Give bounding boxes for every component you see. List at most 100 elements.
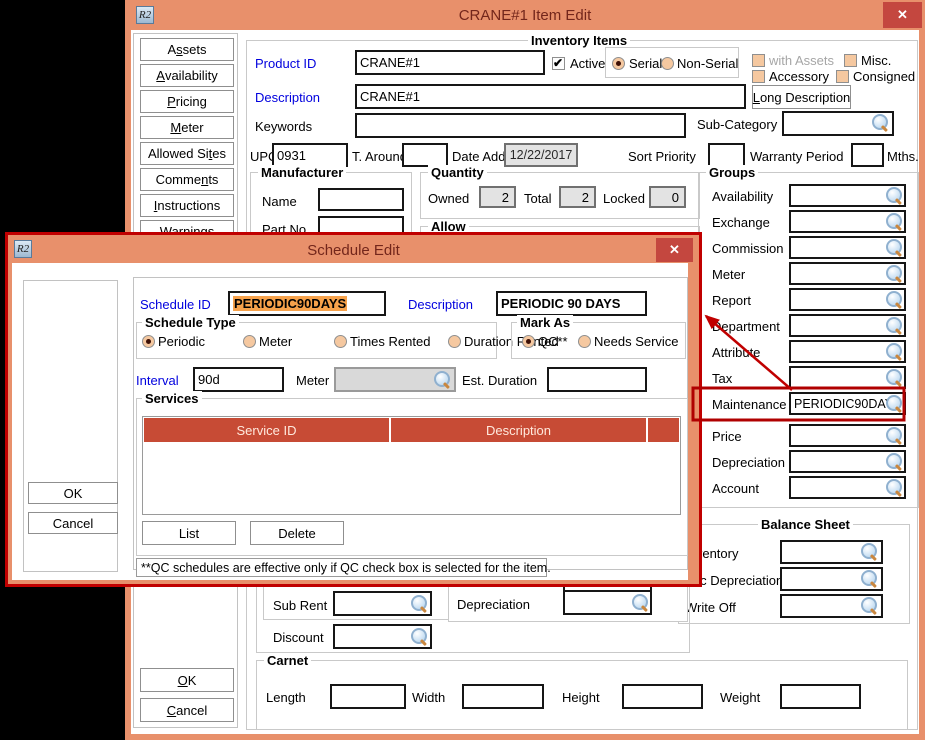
schedule-edit-close-button[interactable]: ✕ <box>656 238 693 262</box>
carnet-width-input[interactable] <box>462 684 544 709</box>
services-column-description[interactable]: Description <box>391 418 646 442</box>
group-attribute-lookup-icon[interactable] <box>886 343 903 360</box>
accessory-label: Accessory <box>769 69 829 84</box>
upc-input[interactable]: 0931 <box>272 143 348 167</box>
mths-label: Mths. <box>887 149 919 164</box>
discount-label: Discount <box>273 630 324 645</box>
misc-checkbox[interactable] <box>844 54 857 67</box>
periodic-radio[interactable] <box>142 335 155 348</box>
sidebar-button-meter[interactable]: Meter <box>140 116 234 139</box>
group-depreciation-lookup-icon[interactable] <box>886 453 903 470</box>
schedule-id-selected-text: PERIODIC90DAYS <box>233 296 348 311</box>
group-maintenance-lookup-icon[interactable] <box>886 395 903 412</box>
active-label: Active <box>570 56 606 71</box>
group-tax-label: Tax <box>712 371 733 386</box>
group-report-lookup-icon[interactable] <box>886 291 903 308</box>
schedule-id-input[interactable]: PERIODIC90DAYS <box>228 291 386 316</box>
description-label: Description <box>255 90 321 105</box>
item-edit-close-button[interactable]: ✕ <box>883 2 922 28</box>
manufacturer-name-input[interactable] <box>318 188 404 211</box>
mark-as-title: Mark As <box>517 315 574 330</box>
group-meter-lookup-icon[interactable] <box>886 265 903 282</box>
group-department-lookup-icon[interactable] <box>886 317 903 334</box>
manufacturer-title: Manufacturer <box>258 165 347 180</box>
sort-priority-input[interactable] <box>708 143 745 167</box>
qc-label: QC** <box>538 334 568 349</box>
non-serial-label: Non-Serial <box>677 56 739 71</box>
active-checkbox[interactable] <box>552 56 565 70</box>
sidebar-button-pricing[interactable]: Pricing <box>140 90 234 113</box>
qc-radio[interactable] <box>522 335 535 348</box>
sidebar-button-allowed-sites[interactable]: Allowed Si t es <box>140 142 234 165</box>
consigned-checkbox[interactable] <box>836 70 849 83</box>
non-serial-radio[interactable] <box>661 57 674 70</box>
schedule-cancel-button[interactable]: Cancel <box>28 512 118 534</box>
group-tax-lookup-icon[interactable] <box>886 369 903 386</box>
keywords-label: Keywords <box>255 119 313 134</box>
sub-rent-label: Sub Rent <box>273 598 328 613</box>
product-id-input[interactable]: CRANE#1 <box>355 50 545 75</box>
est-duration-label: Est. Duration <box>462 373 538 388</box>
carnet-weight-label: Weight <box>720 690 761 705</box>
bs-write-off-label: Write Off <box>685 600 736 615</box>
sidebar-button-comments[interactable]: Comme n ts <box>140 168 234 191</box>
discount-lookup-icon[interactable] <box>411 628 428 645</box>
item-edit-cancel-button[interactable]: Cancel <box>140 698 234 722</box>
description-input[interactable]: CRANE#1 <box>355 84 746 109</box>
services-column-service-id[interactable]: Service ID <box>144 418 389 442</box>
times-rented-radio[interactable] <box>334 335 347 348</box>
bs-acc-depreciation-lookup-icon[interactable] <box>861 570 878 587</box>
group-exchange-lookup-icon[interactable] <box>886 213 903 230</box>
with-assets-checkbox <box>752 54 765 67</box>
meter-lookup-icon <box>434 371 451 388</box>
bs-write-off-lookup-icon[interactable] <box>861 597 878 614</box>
owned-field: 2 <box>479 186 516 208</box>
group-commission-lookup-icon[interactable] <box>886 239 903 256</box>
carnet-length-label: Length <box>266 690 306 705</box>
carnet-length-input[interactable] <box>330 684 406 709</box>
inventory-items-title: Inventory Items <box>528 33 631 48</box>
interval-input[interactable]: 90d <box>193 367 284 392</box>
sub-rent-lookup-icon[interactable] <box>411 595 428 612</box>
meter-option-label: Meter <box>259 334 293 349</box>
meter-radio[interactable] <box>243 335 256 348</box>
carnet-weight-input[interactable] <box>780 684 861 709</box>
group-price-lookup-icon[interactable] <box>886 427 903 444</box>
group-price-label: Price <box>712 429 742 444</box>
periodic-label: Periodic <box>158 334 205 349</box>
services-delete-button[interactable]: Delete <box>250 521 344 545</box>
sidebar-button-instructions[interactable]: Instructions <box>140 194 234 217</box>
group-commission-label: Commission <box>712 241 784 256</box>
times-rented-label: Times Rented <box>350 334 431 349</box>
accessory-checkbox[interactable] <box>752 70 765 83</box>
serial-radio[interactable] <box>612 57 625 70</box>
groups-title: Groups <box>706 165 759 180</box>
t-around-input[interactable] <box>402 143 448 167</box>
carnet-height-input[interactable] <box>622 684 703 709</box>
depreciation-account-lookup-icon[interactable] <box>632 594 649 611</box>
est-duration-input[interactable] <box>547 367 647 392</box>
quantity-title: Quantity <box>428 165 487 180</box>
sidebar-button-assets[interactable]: As sets <box>140 38 234 61</box>
keywords-input[interactable] <box>355 113 686 138</box>
long-description-button[interactable]: Long Description <box>752 85 851 109</box>
needs-service-radio[interactable] <box>578 335 591 348</box>
group-account-lookup-icon[interactable] <box>886 479 903 496</box>
sidebar-button-availability[interactable]: Availability <box>140 64 234 87</box>
services-list-button[interactable]: List <box>142 521 236 545</box>
group-meter-label: Meter <box>712 267 746 282</box>
group-department-label: Department <box>712 319 780 334</box>
total-field: 2 <box>559 186 596 208</box>
sub-category-lookup-icon[interactable] <box>872 114 889 131</box>
group-availability-label: Availability <box>712 189 774 204</box>
schedule-description-input[interactable]: PERIODIC 90 DAYS <box>496 291 647 316</box>
group-availability-lookup-icon[interactable] <box>886 187 903 204</box>
schedule-ok-button[interactable]: OK <box>28 482 118 504</box>
duration-rented-radio[interactable] <box>448 335 461 348</box>
t-around-label: T. Around <box>352 149 407 164</box>
warranty-period-input[interactable] <box>851 143 884 167</box>
item-edit-ok-button[interactable]: OK <box>140 668 234 692</box>
balance-sheet-title: Balance Sheet <box>758 517 853 532</box>
bs-inventory-lookup-icon[interactable] <box>861 543 878 560</box>
meter-field-label: Meter <box>296 373 330 388</box>
